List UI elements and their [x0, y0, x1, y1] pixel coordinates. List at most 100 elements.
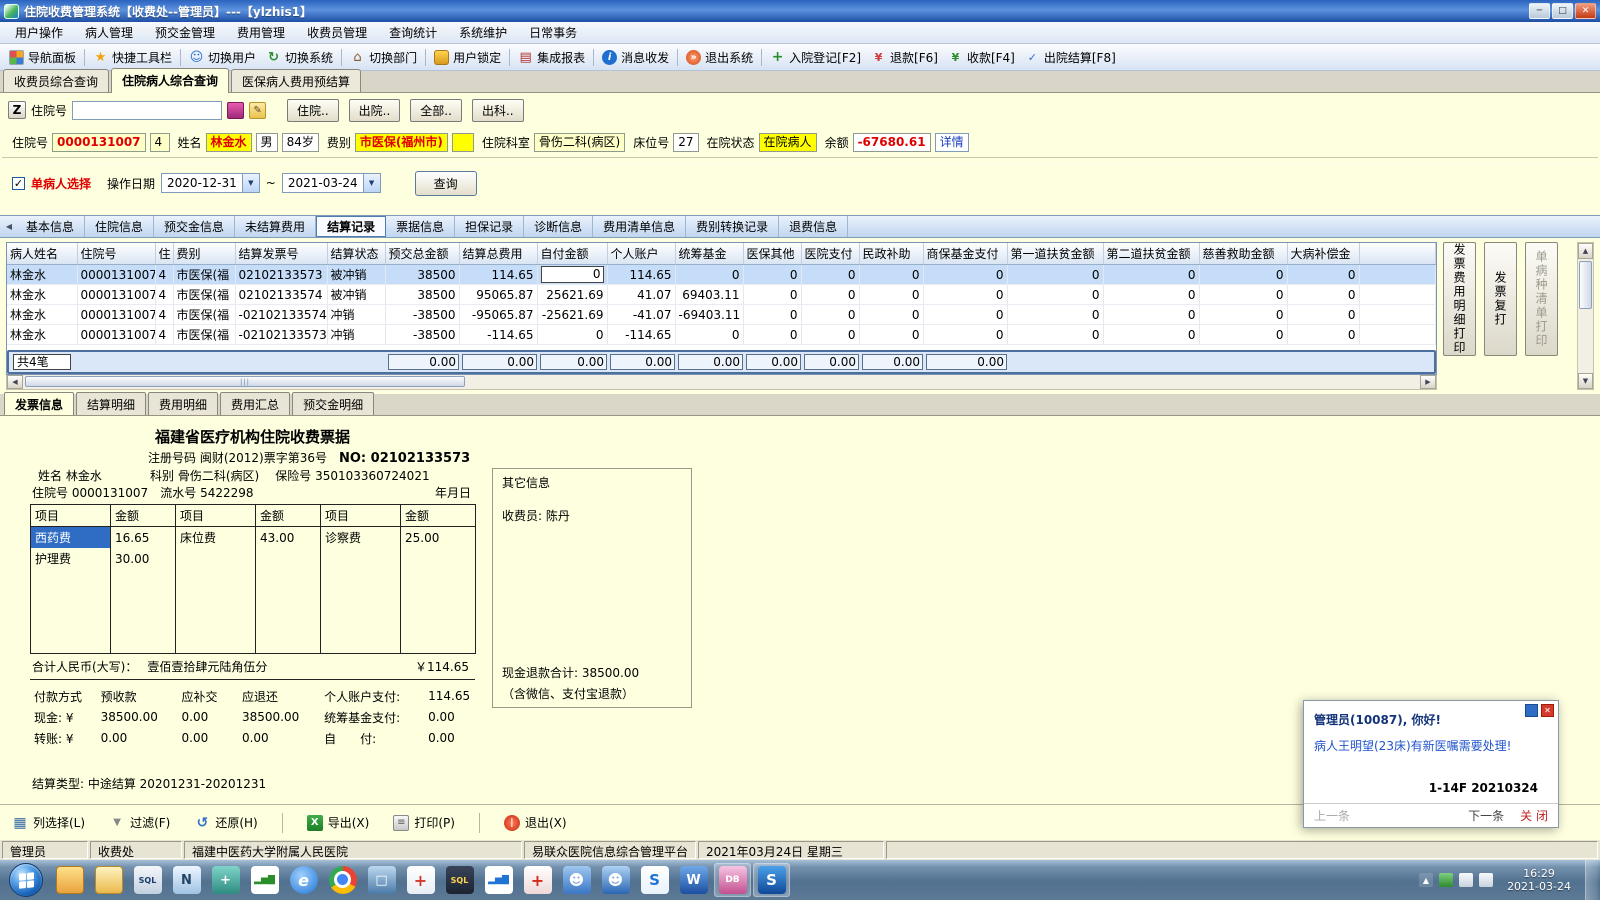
- grid-row-1[interactable]: 林金水00001310074市医保(福02102133573被冲销3850011…: [7, 265, 1436, 285]
- taskbar-icon-medkit-app[interactable]: +: [519, 863, 556, 897]
- column-header-4[interactable]: 费别: [173, 243, 235, 265]
- scrollbar-thumb[interactable]: [1579, 261, 1592, 309]
- taskbar-icon-remote-desktop[interactable]: □: [363, 863, 400, 897]
- detail-tabs-scroll-left-icon[interactable]: [2, 216, 16, 237]
- cell-editor[interactable]: 0: [541, 266, 604, 283]
- main-tab-3[interactable]: 医保病人费用预结算: [231, 69, 361, 92]
- tray-shield-icon[interactable]: [1439, 873, 1453, 887]
- taskbar-icon-sql-query[interactable]: SQL: [441, 863, 478, 897]
- menu-item-8[interactable]: 日常事务: [518, 21, 588, 44]
- invoice-tab-5[interactable]: 预交金明细: [292, 392, 374, 415]
- start-button[interactable]: [9, 863, 43, 897]
- notification-prev-link[interactable]: 上一条: [1314, 807, 1350, 824]
- bottom-print[interactable]: 打印(P): [393, 814, 455, 831]
- toolbar-button-switch-dept[interactable]: 切换部门: [345, 47, 422, 68]
- detail-tab-8[interactable]: 诊断信息: [524, 216, 593, 237]
- date-to-picker[interactable]: 2021-03-24: [282, 173, 381, 193]
- toolbar-button-discharge[interactable]: 出院结算[F8]: [1020, 47, 1121, 68]
- notification-message[interactable]: 病人王明望(23床)有新医嘱需要处理!: [1314, 737, 1548, 754]
- horizontal-scrollbar[interactable]: |||: [6, 375, 1437, 390]
- taskbar-icon-database-app[interactable]: DB: [714, 863, 751, 897]
- notification-minimize-button[interactable]: [1525, 704, 1538, 717]
- toolbar-button-admit[interactable]: 入院登记[F2]: [765, 47, 866, 68]
- column-header-9[interactable]: 自付金额: [537, 243, 607, 265]
- side-button-2[interactable]: 发票复打: [1484, 242, 1517, 356]
- search-filter-button-1[interactable]: 住院..: [287, 99, 339, 122]
- column-header-1[interactable]: 病人姓名: [7, 243, 77, 265]
- detail-tab-11[interactable]: 退费信息: [779, 216, 848, 237]
- toolbar-button-message[interactable]: 消息收发: [597, 47, 674, 68]
- toolbar-button-switch-user[interactable]: 切换用户: [184, 47, 261, 68]
- column-header-10[interactable]: 个人账户: [607, 243, 675, 265]
- scroll-up-icon[interactable]: [1578, 243, 1593, 259]
- grid-row-4[interactable]: 林金水00001310074市医保(福-02102133573冲销-38500-…: [7, 325, 1436, 345]
- toolbar-button-collect[interactable]: 收款[F4]: [943, 47, 1020, 68]
- taskbar-icon-folder[interactable]: [90, 863, 127, 897]
- invoice-tab-2[interactable]: 结算明细: [76, 392, 146, 415]
- minimize-button[interactable]: [1529, 3, 1550, 19]
- card-reader-icon[interactable]: [227, 102, 244, 119]
- show-desktop-button[interactable]: [1585, 860, 1598, 900]
- menu-item-2[interactable]: 病人管理: [74, 21, 144, 44]
- dropdown-arrow-icon[interactable]: [363, 174, 380, 192]
- search-filter-button-4[interactable]: 出科..: [472, 99, 524, 122]
- menu-item-3[interactable]: 预交金管理: [144, 21, 226, 44]
- detail-tab-6[interactable]: 票据信息: [386, 216, 455, 237]
- column-header-8[interactable]: 结算总费用: [459, 243, 537, 265]
- main-tab-1[interactable]: 收费员综合查询: [3, 69, 109, 92]
- menu-item-6[interactable]: 查询统计: [378, 21, 448, 44]
- taskbar-icon-notepad[interactable]: N: [168, 863, 205, 897]
- taskbar-icon-ie-browser[interactable]: e: [285, 863, 322, 897]
- main-tab-2[interactable]: 住院病人综合查询: [111, 68, 229, 93]
- detail-tab-10[interactable]: 费别转换记录: [686, 216, 779, 237]
- date-from-picker[interactable]: 2020-12-31: [161, 173, 260, 193]
- tray-network-icon[interactable]: [1479, 873, 1493, 887]
- detail-tab-2[interactable]: 住院信息: [85, 216, 154, 237]
- dropdown-arrow-icon[interactable]: [242, 174, 259, 192]
- column-header-16[interactable]: 第一道扶贫金额: [1007, 243, 1103, 265]
- toolbar-button-nav-panel[interactable]: 导航面板: [4, 47, 81, 68]
- detail-tab-7[interactable]: 担保记录: [455, 216, 524, 237]
- bottom-filter[interactable]: 过滤(F): [109, 814, 170, 831]
- column-header-17[interactable]: 第二道扶贫金额: [1103, 243, 1199, 265]
- vertical-scrollbar[interactable]: [1577, 242, 1594, 390]
- toolbar-button-report[interactable]: 集成报表: [513, 47, 590, 68]
- scrollbar-thumb[interactable]: |||: [25, 376, 465, 387]
- close-button[interactable]: [1575, 3, 1596, 19]
- detail-tab-9[interactable]: 费用清单信息: [593, 216, 686, 237]
- column-header-11[interactable]: 统筹基金: [675, 243, 743, 265]
- notification-close-icon[interactable]: [1541, 704, 1554, 717]
- menu-item-4[interactable]: 费用管理: [226, 21, 296, 44]
- maximize-button[interactable]: [1552, 3, 1573, 19]
- detail-button[interactable]: 详情: [935, 133, 969, 152]
- edit-icon[interactable]: [249, 102, 266, 119]
- menu-item-7[interactable]: 系统维护: [448, 21, 518, 44]
- detail-tab-1[interactable]: 基本信息: [16, 216, 85, 237]
- invoice-tab-3[interactable]: 费用明细: [148, 392, 218, 415]
- admission-no-input[interactable]: [72, 101, 222, 120]
- column-header-2[interactable]: 住院号: [77, 243, 155, 265]
- taskbar-icon-yilian-blue[interactable]: S: [753, 863, 790, 897]
- bottom-exit[interactable]: 退出(X): [504, 814, 567, 831]
- taskbar-icon-doctor-app[interactable]: +: [207, 863, 244, 897]
- bottom-export[interactable]: 导出(X): [307, 814, 370, 831]
- column-header-13[interactable]: 医院支付: [801, 243, 859, 265]
- invoice-tab-1[interactable]: 发票信息: [4, 392, 74, 415]
- taskbar-icon-sql-server[interactable]: SQL: [129, 863, 166, 897]
- scroll-left-icon[interactable]: [7, 375, 23, 389]
- tray-hidden-icons-icon[interactable]: ▲: [1419, 873, 1433, 887]
- detail-tab-5[interactable]: 结算记录: [316, 216, 386, 237]
- search-filter-button-3[interactable]: 全部..: [410, 99, 462, 122]
- toolbar-button-user-lock[interactable]: 用户锁定: [429, 47, 506, 68]
- scroll-right-icon[interactable]: [1420, 375, 1436, 389]
- taskbar-icon-nurse-app[interactable]: +: [402, 863, 439, 897]
- taskbar-icon-explorer[interactable]: [51, 863, 88, 897]
- menu-item-5[interactable]: 收费员管理: [296, 21, 378, 44]
- notification-close-link[interactable]: 关 闭: [1520, 807, 1548, 824]
- taskbar-icon-stats-app[interactable]: ▂▅▇: [480, 863, 517, 897]
- taskbar-clock[interactable]: 16:29 2021-03-24: [1507, 867, 1571, 893]
- column-header-5[interactable]: 结算发票号: [235, 243, 327, 265]
- toolbar-button-switch-system[interactable]: 切换系统: [261, 47, 338, 68]
- column-header-15[interactable]: 商保基金支付: [923, 243, 1007, 265]
- column-header-3[interactable]: 住: [155, 243, 173, 265]
